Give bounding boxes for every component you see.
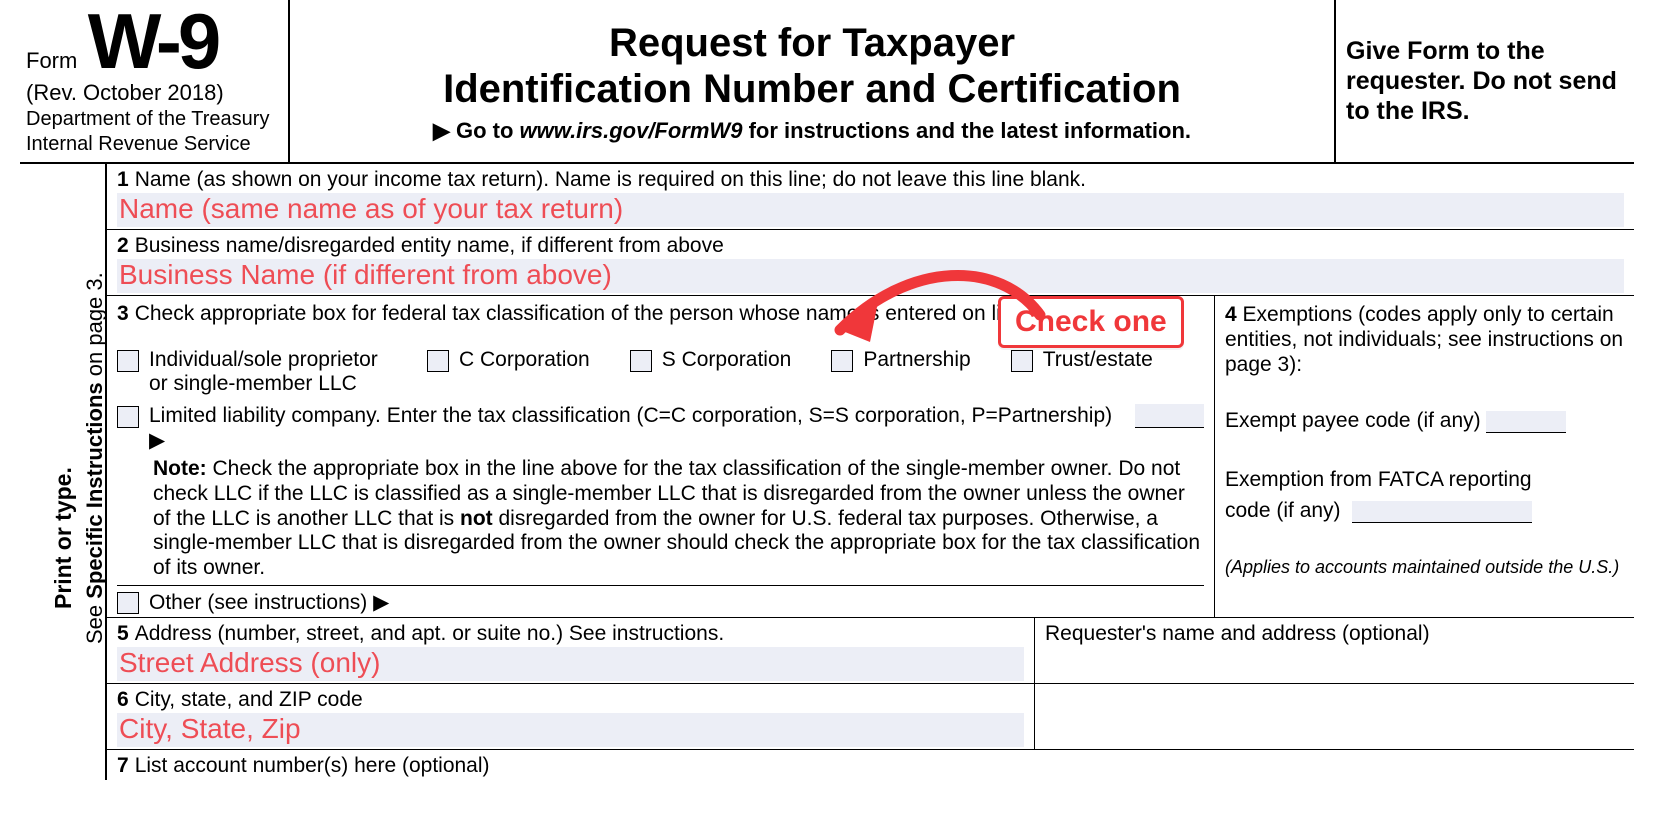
fatca-applies-note: (Applies to accounts maintained outside … <box>1225 557 1624 579</box>
line-5-num: 5 <box>117 622 129 645</box>
form-header: Form W-9 (Rev. October 2018) Department … <box>20 0 1634 164</box>
requester-box-continued <box>1034 684 1634 749</box>
main-column: 1 Name (as shown on your income tax retur… <box>105 164 1634 780</box>
line-2-fill[interactable]: Business Name (if different from above) <box>117 259 1624 293</box>
side-instructions: See Specific Instructions on page 3. <box>82 272 108 644</box>
fatca-label-1: Exemption from FATCA reporting <box>1225 467 1624 492</box>
line-2-text: Business name/disregarded entity name, i… <box>135 234 724 257</box>
line-4-text: Exemptions (codes apply only to certain … <box>1225 303 1623 376</box>
revision-date: (Rev. October 2018) <box>26 80 280 106</box>
checkbox-llc[interactable] <box>117 406 139 428</box>
line-5: 5 Address (number, street, and apt. or su… <box>107 618 1034 683</box>
line-5-row: 5 Address (number, street, and apt. or su… <box>107 618 1634 684</box>
requester-box: Requester's name and address (optional) <box>1034 618 1634 683</box>
line-7: 7 List account number(s) here (optional) <box>107 750 1634 780</box>
form-number: W-9 <box>88 10 217 72</box>
side-column: Print or type. See Specific Instructions… <box>20 164 105 780</box>
side-print-type: Print or type. <box>50 467 77 609</box>
line-6: 6 City, state, and ZIP code City, State, … <box>107 684 1034 749</box>
goto-line: ▶ Go to www.irs.gov/FormW9 for instructi… <box>300 118 1324 144</box>
form-title-2: Identification Number and Certification <box>300 66 1324 112</box>
line-5-text: Address (number, street, and apt. or sui… <box>135 622 724 645</box>
side-page: on page 3. <box>82 272 107 382</box>
line-6-fill[interactable]: City, State, Zip <box>117 713 1024 747</box>
exempt-payee-row: Exempt payee code (if any) <box>1225 408 1624 433</box>
form-word: Form <box>26 48 77 74</box>
line-6-row: 6 City, state, and ZIP code City, State, … <box>107 684 1634 750</box>
requester-label: Requester's name and address (optional) <box>1045 622 1430 645</box>
fatca-label-2: code (if any) <box>1225 499 1341 522</box>
checkbox-llc-row: Limited liability company. Enter the tax… <box>117 404 1204 453</box>
line-2: 2 Business name/disregarded entity name, … <box>107 230 1634 296</box>
check-one-callout: Check one <box>998 296 1184 348</box>
checkbox-trust-label: Trust/estate <box>1043 348 1153 372</box>
exempt-payee-field[interactable] <box>1486 411 1566 433</box>
header-right: Give Form to the requester. Do not send … <box>1334 0 1634 162</box>
w9-form: Form W-9 (Rev. October 2018) Department … <box>0 0 1654 780</box>
line-3-4-row: 3 Check appropriate box for federal tax c… <box>107 296 1634 618</box>
goto-prefix: ▶ Go to <box>433 118 513 143</box>
checkbox-individual[interactable] <box>117 350 139 372</box>
line-4-num: 4 <box>1225 303 1237 326</box>
note-not: not <box>460 507 493 530</box>
llc-classification-field[interactable] <box>1135 404 1204 428</box>
checkbox-individual-label: Individual/sole proprietor or single-mem… <box>149 348 387 396</box>
checkbox-partnership[interactable] <box>831 350 853 372</box>
line-3-num: 3 <box>117 302 129 325</box>
line-6-text: City, state, and ZIP code <box>135 688 363 711</box>
line-3-text: Check appropriate box for federal tax cl… <box>135 302 1048 325</box>
checkbox-row-1: Individual/sole proprietor or single-mem… <box>117 348 1204 396</box>
line-1-num: 1 <box>117 168 129 191</box>
checkbox-other-row: Other (see instructions) ▶ <box>117 585 1204 615</box>
exempt-payee-label: Exempt payee code (if any) <box>1225 409 1481 432</box>
checkbox-scorp[interactable] <box>630 350 652 372</box>
line-1-text: Name (as shown on your income tax return… <box>135 168 1086 191</box>
header-center: Request for Taxpayer Identification Numb… <box>290 0 1334 162</box>
form-title-1: Request for Taxpayer <box>300 20 1324 66</box>
side-specific: Specific Instructions <box>82 382 107 598</box>
llc-note: Note: Check the appropriate box in the l… <box>153 457 1204 581</box>
checkbox-llc-label: Limited liability company. Enter the tax… <box>149 404 1119 453</box>
goto-url: www.irs.gov/FormW9 <box>520 118 743 143</box>
line-5-fill[interactable]: Street Address (only) <box>117 647 1024 681</box>
line-1-fill[interactable]: Name (same name as of your tax return) <box>117 193 1624 227</box>
check-one-text: Check one <box>1015 305 1167 338</box>
line-1: 1 Name (as shown on your income tax retur… <box>107 164 1634 230</box>
checkbox-ccorp[interactable] <box>427 350 449 372</box>
line-6-num: 6 <box>117 688 129 711</box>
checkbox-other[interactable] <box>117 592 139 614</box>
line-7-num: 7 <box>117 754 129 777</box>
checkbox-trust[interactable] <box>1011 350 1033 372</box>
line-7-text: List account number(s) here (optional) <box>135 754 490 777</box>
form-body: Print or type. See Specific Instructions… <box>20 164 1634 780</box>
checkbox-partnership-label: Partnership <box>863 348 970 372</box>
dept-line-1: Department of the Treasury <box>26 108 280 131</box>
line-2-num: 2 <box>117 234 129 257</box>
fatca-row: Exemption from FATCA reporting code (if … <box>1225 467 1624 523</box>
checkbox-ccorp-label: C Corporation <box>459 348 590 372</box>
note-label: Note: <box>153 457 207 480</box>
give-form-text: Give Form to the requester. Do not send … <box>1346 36 1624 126</box>
dept-line-2: Internal Revenue Service <box>26 133 280 156</box>
fatca-field[interactable] <box>1352 501 1532 523</box>
goto-suffix: for instructions and the latest informat… <box>749 118 1191 143</box>
header-left: Form W-9 (Rev. October 2018) Department … <box>20 0 290 162</box>
line-4: 4 Exemptions (codes apply only to certai… <box>1214 296 1634 617</box>
checkbox-scorp-label: S Corporation <box>662 348 792 372</box>
side-see: See <box>82 599 107 644</box>
checkbox-other-label: Other (see instructions) ▶ <box>149 590 389 615</box>
